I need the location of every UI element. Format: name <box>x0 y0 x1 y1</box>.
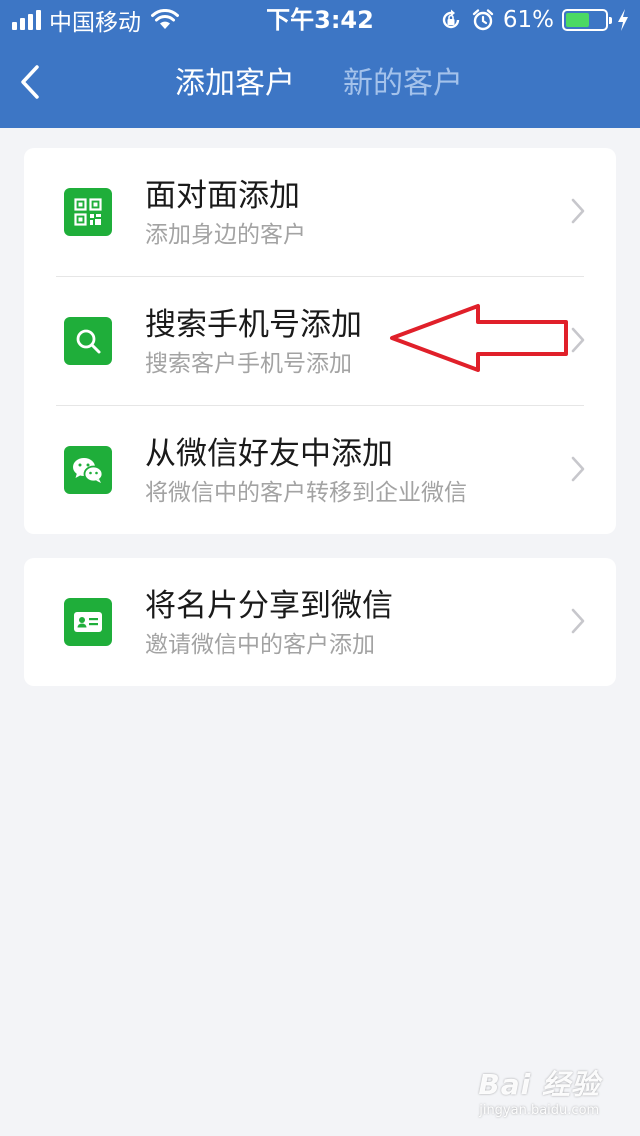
battery-percent: 61% <box>502 7 554 33</box>
watermark-site: jingyan.baidu.com <box>479 1103 600 1118</box>
business-card-icon <box>64 598 112 646</box>
option-title: 从微信好友中添加 <box>145 436 393 472</box>
status-right: 61% <box>439 6 630 34</box>
alarm-icon <box>472 9 494 31</box>
option-subtitle: 邀请微信中的客户添加 <box>145 632 375 658</box>
option-face-to-face[interactable]: 面对面添加 添加身边的客户 <box>24 148 616 276</box>
header: 中国移动 下午3:42 61% 添加客户 新的客户 <box>0 0 640 128</box>
tab-add-customer[interactable]: 添加客户 <box>175 64 295 104</box>
battery-fill <box>566 13 590 27</box>
annotation-red-arrow <box>390 304 568 372</box>
chevron-right-icon <box>571 327 585 353</box>
option-title: 面对面添加 <box>145 178 300 214</box>
option-share-card[interactable]: 将名片分享到微信 邀请微信中的客户添加 <box>24 558 616 686</box>
option-title: 搜索手机号添加 <box>145 307 362 343</box>
share-card: 将名片分享到微信 邀请微信中的客户添加 <box>24 558 616 686</box>
option-title: 将名片分享到微信 <box>145 588 393 624</box>
option-subtitle: 将微信中的客户转移到企业微信 <box>145 480 467 506</box>
charging-bolt-icon <box>618 9 628 31</box>
chevron-left-icon <box>21 65 39 99</box>
nav-bar: 添加客户 新的客户 <box>0 40 640 128</box>
option-subtitle: 搜索客户手机号添加 <box>145 351 352 377</box>
qr-code-icon <box>64 188 112 236</box>
search-icon <box>64 317 112 365</box>
option-wechat-friends[interactable]: 从微信好友中添加 将微信中的客户转移到企业微信 <box>24 406 616 534</box>
chevron-right-icon <box>571 456 585 482</box>
rotation-lock-icon <box>442 9 460 29</box>
chevron-right-icon <box>571 608 585 634</box>
battery-icon <box>562 9 612 31</box>
watermark-logo: Bai 经验 <box>478 1068 600 1101</box>
back-button[interactable] <box>10 60 50 104</box>
wechat-icon <box>64 446 112 494</box>
chevron-right-icon <box>571 198 585 224</box>
status-bar: 中国移动 下午3:42 61% <box>0 0 640 40</box>
option-subtitle: 添加身边的客户 <box>145 222 306 248</box>
watermark: Bai 经验 jingyan.baidu.com <box>478 1063 600 1118</box>
tab-new-customers[interactable]: 新的客户 <box>343 64 463 104</box>
